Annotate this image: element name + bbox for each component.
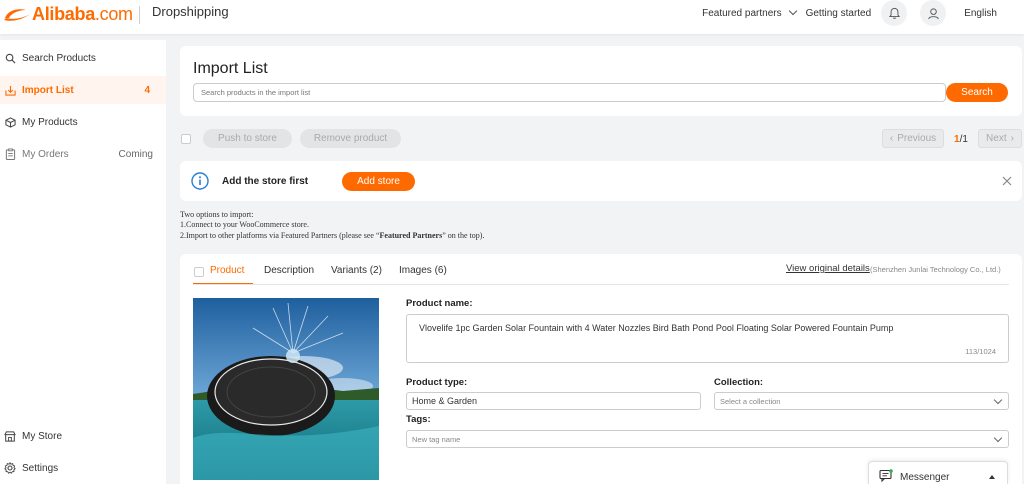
logo-text: Alibaba	[32, 4, 95, 24]
product-checkbox[interactable]	[194, 267, 204, 277]
getting-started-label: Getting started	[805, 7, 872, 19]
select-all-checkbox[interactable]	[181, 134, 191, 144]
view-original-link[interactable]: View original details	[786, 263, 870, 274]
tags-select[interactable]: New tag name	[406, 430, 1009, 448]
product-type-label: Product type:	[406, 377, 468, 388]
import-options-info: Two options to import: 1.Connect to your…	[180, 210, 484, 241]
tags-label: Tags:	[406, 414, 431, 425]
logo-suffix: .com	[94, 4, 133, 24]
product-type-field[interactable]: Home & Garden	[406, 392, 701, 410]
sidebar-item-label: Settings	[22, 462, 59, 474]
info-line-1: Two options to import:	[180, 210, 254, 219]
close-icon[interactable]	[1002, 176, 1012, 186]
tabs-divider	[193, 284, 1009, 285]
sidebar: Search Products Import List 4 My Product…	[0, 40, 166, 484]
featured-partners-label: Featured partners	[702, 7, 782, 19]
char-counter: 113/1024	[965, 347, 996, 356]
chevron-right-icon: ›	[1010, 133, 1014, 144]
collection-placeholder: Select a collection	[720, 397, 781, 406]
sidebar-item-my-products[interactable]: My Products	[0, 108, 166, 136]
info-line-3: 2.Import to other platforms via Featured…	[180, 230, 485, 240]
sidebar-item-import-list[interactable]: Import List 4	[0, 76, 166, 104]
header-divider	[139, 6, 140, 24]
next-page-button[interactable]: Next ›	[978, 129, 1022, 148]
sidebar-item-search-products[interactable]: Search Products	[0, 44, 166, 72]
sidebar-item-my-orders: My Orders Coming	[0, 140, 166, 168]
import-count-badge: 4	[144, 84, 150, 96]
bell-icon	[888, 7, 900, 19]
sidebar-item-label: Search Products	[22, 52, 96, 64]
info-line-2: 1.Connect to your WooCommerce store.	[180, 220, 309, 230]
tab-description[interactable]: Description	[264, 265, 314, 276]
page-indicator: 1/1	[954, 134, 968, 145]
info-icon	[191, 172, 209, 190]
getting-started-link[interactable]: Getting started	[806, 8, 872, 19]
alibaba-logo[interactable]: Alibaba.com	[2, 4, 133, 25]
language-label: English	[964, 7, 997, 19]
total-pages: /1	[959, 134, 968, 145]
messenger-widget[interactable]: Messenger	[868, 461, 1008, 484]
product-image[interactable]	[193, 298, 379, 480]
remove-product-button[interactable]: Remove product	[300, 129, 401, 148]
product-type-value: Home & Garden	[412, 396, 478, 406]
push-to-store-button[interactable]: Push to store	[203, 129, 292, 148]
import-icon	[4, 84, 16, 96]
box-icon	[4, 116, 16, 128]
language-selector[interactable]: English	[964, 8, 997, 19]
caret-up-icon	[989, 475, 995, 479]
gear-icon	[4, 462, 16, 474]
product-name-value: Vlovelife 1pc Garden Solar Fountain with…	[419, 323, 894, 333]
messenger-label: Messenger	[900, 472, 950, 483]
header-right: Featured partners Getting started Englis…	[702, 0, 1024, 26]
sidebar-item-label: My Orders	[22, 148, 69, 160]
product-name-label: Product name:	[406, 298, 473, 309]
tab-variants[interactable]: Variants (2)	[331, 265, 382, 276]
tags-placeholder: New tag name	[412, 435, 461, 444]
tab-product[interactable]: Product	[210, 265, 244, 276]
supplier-name: (Shenzhen Junlai Technology Co., Ltd.)	[870, 265, 1001, 274]
search-input[interactable]: Search products in the import list	[193, 83, 946, 102]
store-icon	[4, 430, 16, 442]
sidebar-item-label: My Store	[22, 430, 63, 442]
product-name-field[interactable]: Vlovelife 1pc Garden Solar Fountain with…	[406, 314, 1009, 363]
tab-images[interactable]: Images (6)	[399, 265, 447, 276]
account-button[interactable]	[920, 0, 947, 26]
collection-label: Collection:	[714, 377, 764, 388]
top-bar: Alibaba.com Dropshipping Featured partne…	[0, 0, 1024, 34]
notifications-button[interactable]	[881, 0, 908, 26]
chevron-down-icon	[788, 6, 797, 16]
sidebar-item-label: Import List	[22, 84, 74, 96]
search-icon	[4, 52, 16, 64]
chat-icon	[879, 469, 893, 482]
chevron-down-icon	[993, 433, 1003, 443]
alibaba-logo-icon	[4, 8, 30, 21]
clipboard-icon	[4, 148, 16, 160]
coming-soon-label: Coming	[118, 148, 153, 160]
featured-partners-emphasis: Featured Partners	[379, 230, 443, 240]
sidebar-item-label: My Products	[22, 116, 78, 128]
search-placeholder: Search products in the import list	[201, 88, 311, 97]
collection-select[interactable]: Select a collection	[714, 392, 1009, 410]
alert-message: Add the store first	[222, 176, 309, 187]
sidebar-item-my-store[interactable]: My Store	[0, 422, 166, 450]
add-store-button[interactable]: Add store	[342, 172, 415, 191]
add-store-alert: Add the store first Add store	[180, 161, 1022, 201]
page-title: Import List	[193, 60, 268, 77]
sidebar-item-settings[interactable]: Settings	[0, 454, 166, 482]
featured-partners-menu[interactable]: Featured partners	[702, 6, 797, 19]
import-list-header: Import List Search products in the impor…	[180, 46, 1022, 116]
previous-page-button[interactable]: ‹ Previous	[882, 129, 944, 148]
user-icon	[927, 7, 939, 19]
search-button[interactable]: Search	[946, 83, 1008, 102]
chevron-down-icon	[993, 395, 1003, 405]
dropshipping-title: Dropshipping	[152, 4, 229, 19]
chevron-left-icon: ‹	[889, 133, 894, 144]
